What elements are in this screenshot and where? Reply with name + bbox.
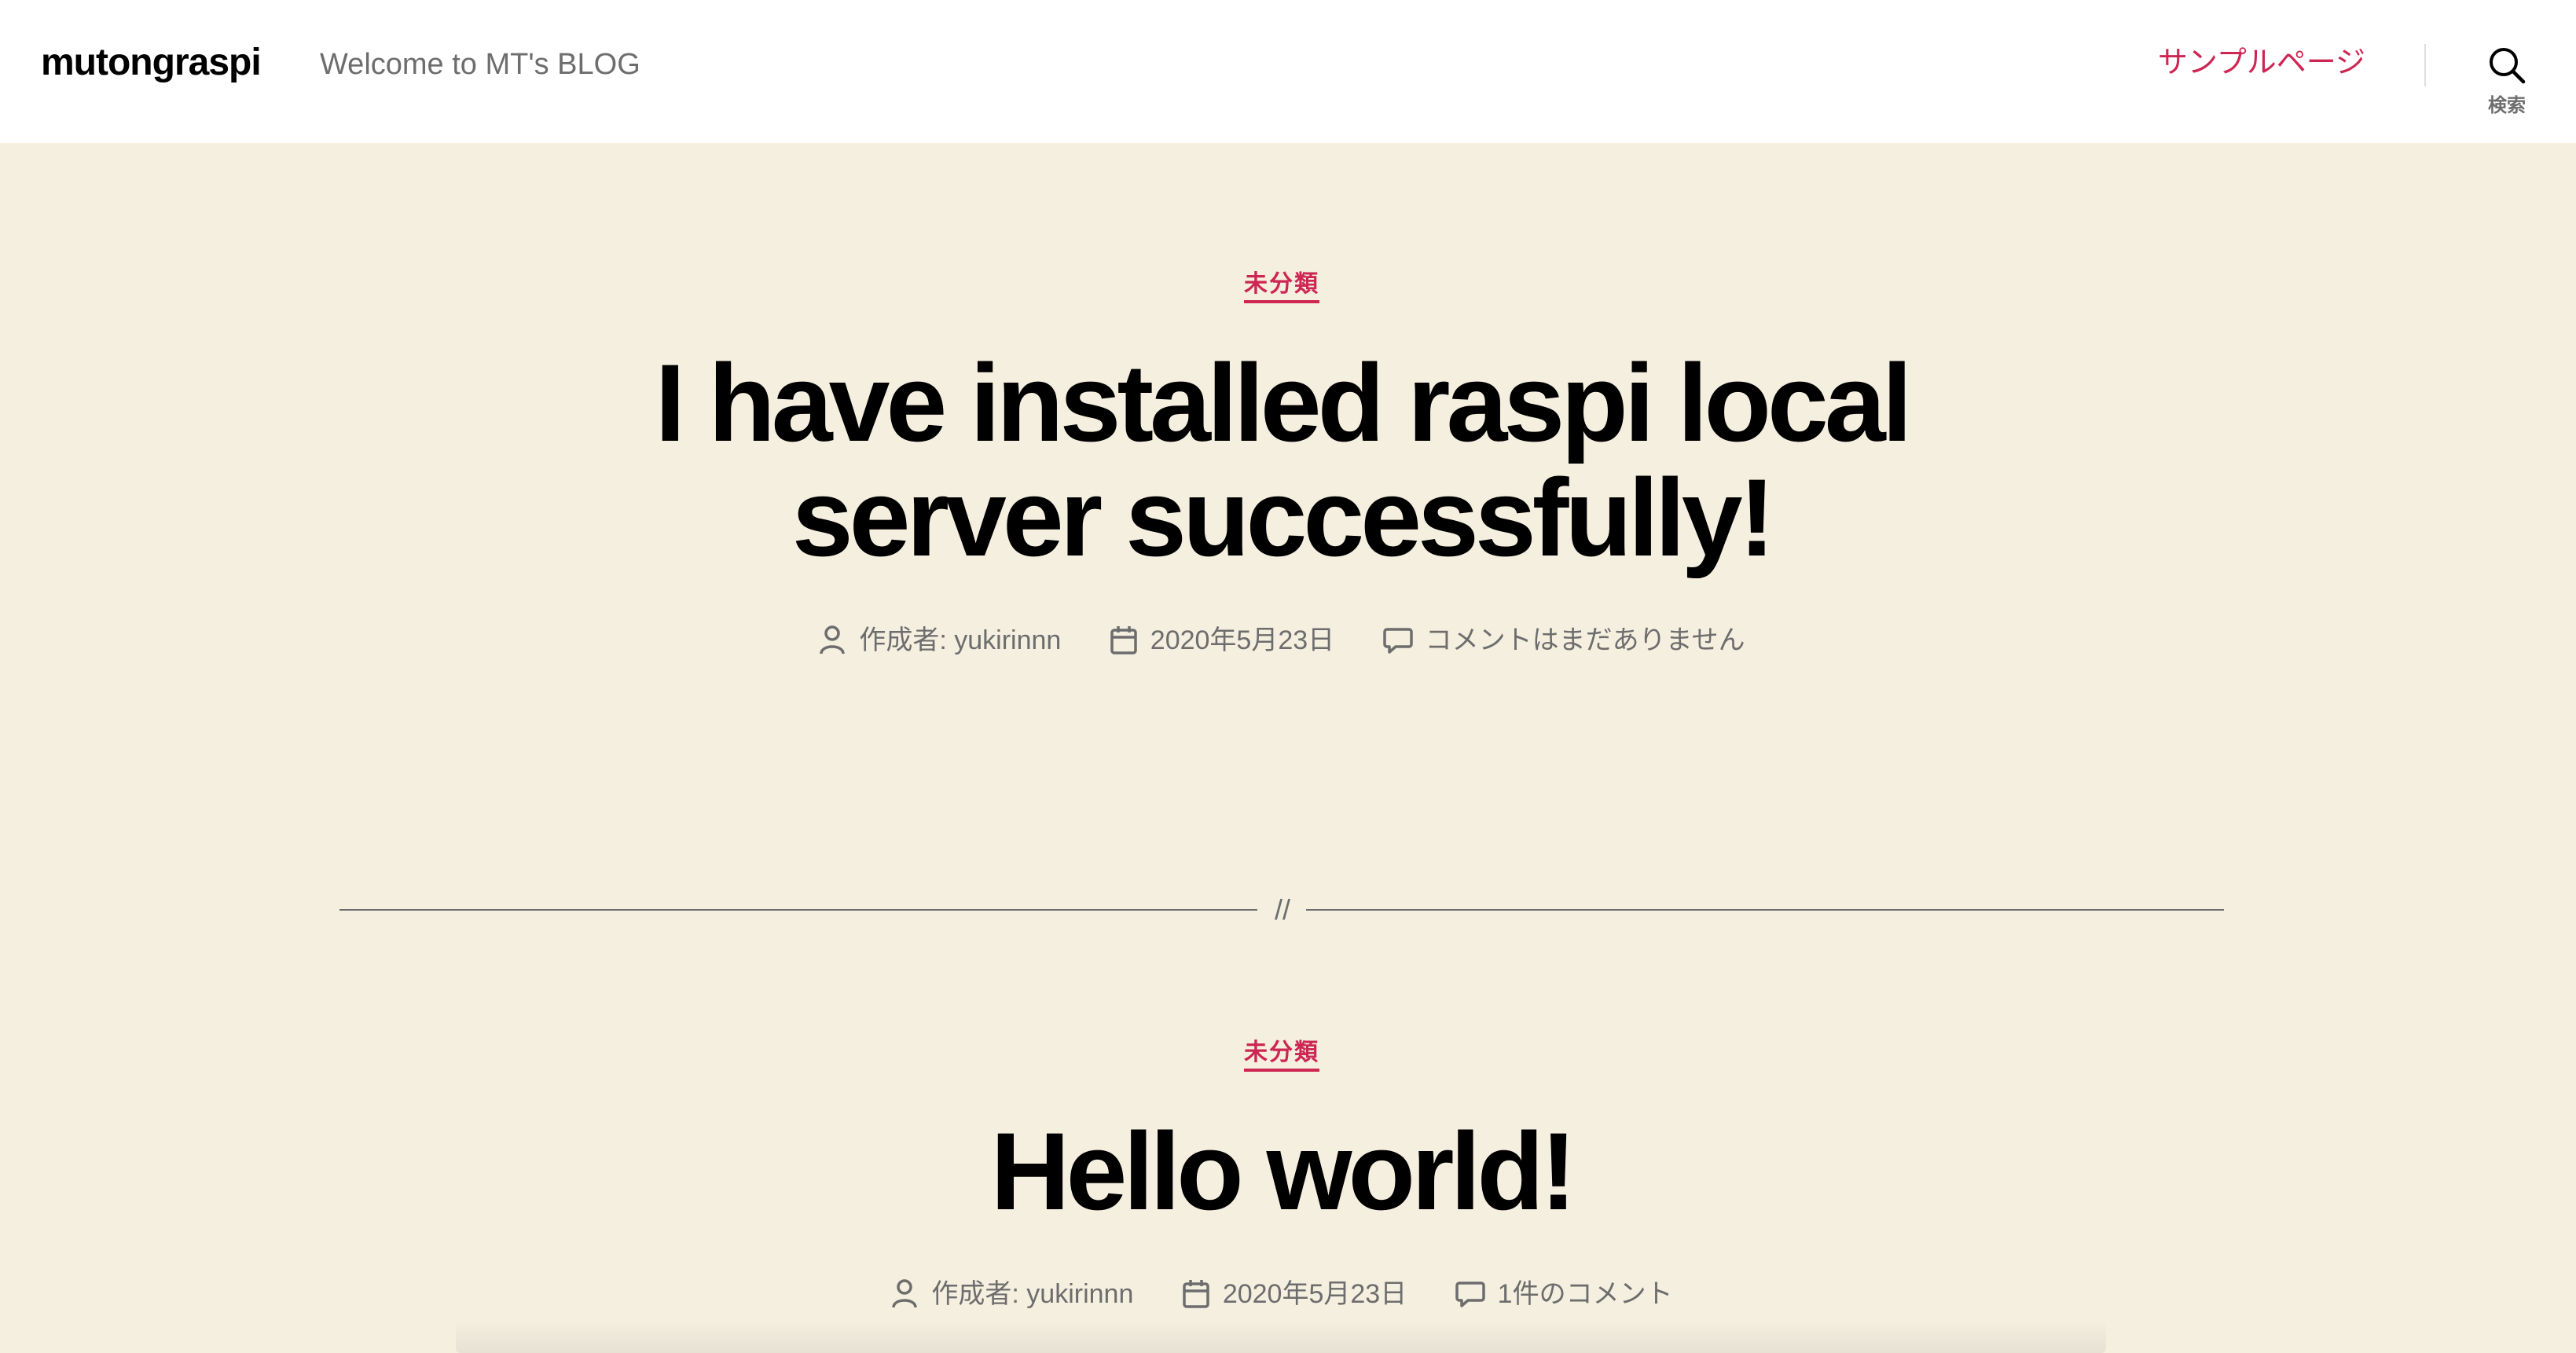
date-link[interactable]: 2020年5月23日 [1150,625,1334,655]
comment-icon [1382,628,1413,654]
calendar-icon [1110,626,1137,654]
post-author: 作成者: yukirinnn [890,1274,1133,1314]
post-date: 2020年5月23日 [1110,621,1334,660]
separator-line [339,909,1257,911]
site-title[interactable]: mutongraspi [41,39,262,86]
category-link[interactable]: 未分類 [1244,1040,1319,1072]
author-link[interactable]: 作成者: yukirinnn [859,625,1061,655]
post-meta: 作成者: yukirinnn 2020年5月23日 1件のコメント [0,1273,2563,1314]
site-header: mutongraspi Welcome to MT's BLOG サンプルページ… [0,0,2576,143]
post-meta: 作成者: yukirinnn 2020年5月23日 コメントはまだありません [0,619,2563,660]
comment-icon [1455,1282,1485,1307]
post-title-line[interactable]: server successfully! [792,456,1775,579]
search-label: 検索 [2488,95,2526,116]
post-category: 未分類 [0,1032,2563,1072]
author-link[interactable]: 作成者: yukirinnn [931,1279,1133,1309]
site-description: Welcome to MT's BLOG [320,48,640,81]
user-icon [820,625,846,654]
post-comments: コメントはまだありません [1382,621,1745,660]
comments-link[interactable]: コメントはまだありません [1426,625,1745,655]
featured-image-edge [456,1320,2106,1353]
separator-slashes: // [1274,893,1290,926]
post-comments: 1件のコメント [1455,1274,1673,1314]
post-title[interactable]: Hello world! [0,1114,2563,1229]
search-icon [2490,48,2526,84]
comments-link[interactable]: 1件のコメント [1498,1279,1673,1309]
post-date: 2020年5月23日 [1182,1274,1407,1314]
post-title-line[interactable]: I have installed raspi local [655,341,1912,464]
post-author: 作成者: yukirinnn [818,621,1061,660]
post-title[interactable]: I have installed raspi local server succ… [0,346,2563,575]
date-link[interactable]: 2020年5月23日 [1223,1279,1407,1309]
menu-item-sample-page[interactable]: サンプルページ [2158,41,2365,85]
post-category: 未分類 [0,264,2563,303]
category-link[interactable]: 未分類 [1244,271,1319,303]
user-icon [892,1279,918,1308]
calendar-icon [1183,1280,1209,1308]
separator-line [1306,909,2224,911]
post-title-line[interactable]: Hello world! [990,1109,1576,1233]
search-toggle-button[interactable]: 検索 [2475,41,2538,119]
post-separator: // [339,891,2224,926]
header-separator [2424,44,2426,86]
